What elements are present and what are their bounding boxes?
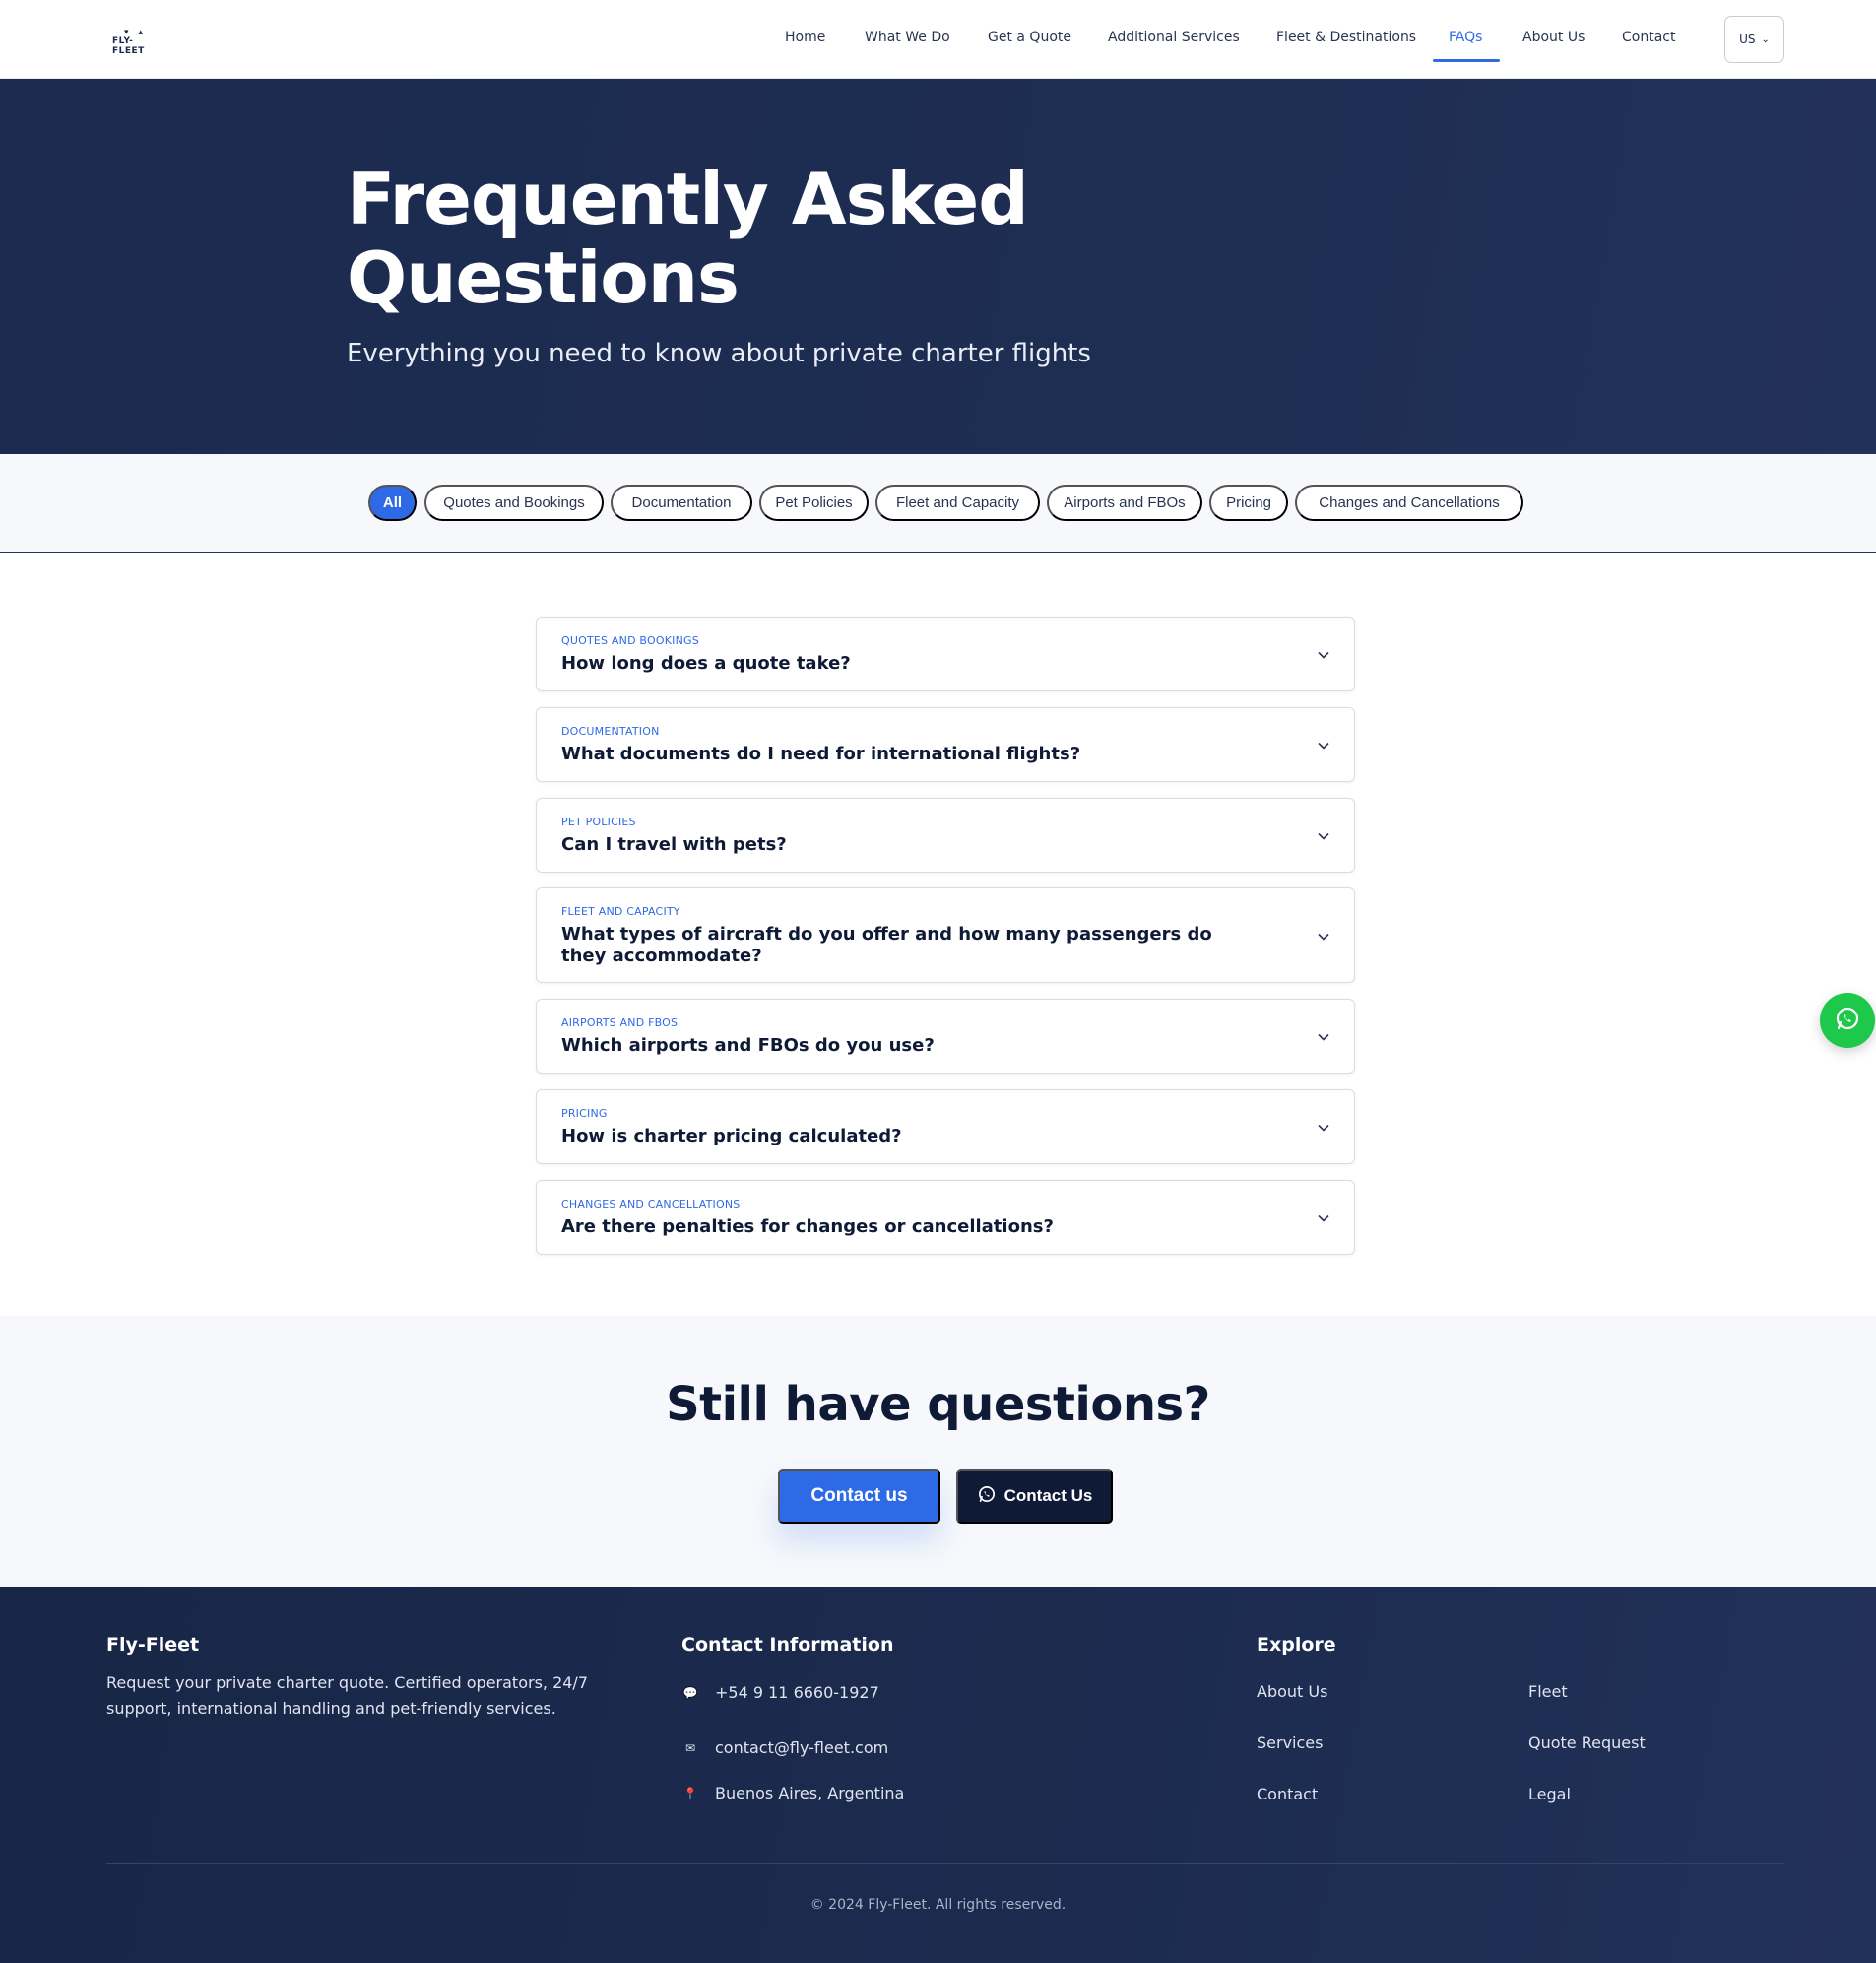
category-filter-bar: All Quotes and Bookings Documentation Pe…: [0, 454, 1876, 553]
whatsapp-icon: [977, 1484, 997, 1509]
faq-question: Are there penalties for changes or cance…: [561, 1216, 1054, 1237]
faq-question: What types of aircraft do you offer and …: [561, 924, 1212, 966]
hero-banner: Frequently Asked Questions Everything yo…: [0, 79, 1876, 454]
nav-link-contact[interactable]: Contact: [1622, 30, 1675, 45]
faq-question: Can I travel with pets?: [561, 834, 787, 855]
page-subtitle: Everything you need to know about privat…: [347, 339, 1091, 368]
footer-description: Request your private charter quote. Cert…: [106, 1673, 588, 1718]
faq-item[interactable]: Pet Policies Can I travel with pets?: [536, 798, 1355, 873]
nav-link-home[interactable]: Home: [785, 30, 825, 45]
whatsapp-floating-button[interactable]: [1820, 993, 1875, 1048]
filter-chip-all[interactable]: All: [368, 485, 417, 521]
faq-question: How is charter pricing calculated?: [561, 1126, 902, 1146]
filter-chip-fleet-capacity[interactable]: Fleet and Capacity: [875, 485, 1040, 521]
faq-category: Fleet and Capacity: [561, 905, 680, 918]
footer-brand-title: Fly-Fleet: [106, 1634, 200, 1656]
whatsapp-icon: [1834, 1005, 1861, 1036]
filter-chip-pet-policies[interactable]: Pet Policies: [759, 485, 869, 521]
faq-question: How long does a quote take?: [561, 653, 851, 674]
filter-chip-pricing[interactable]: Pricing: [1209, 485, 1288, 521]
top-navigation: ▾▴ FLY-FLEET Home What We Do Get a Quote…: [0, 0, 1876, 79]
faq-category: Documentation: [561, 725, 660, 738]
faq-item[interactable]: Quotes and Bookings How long does a quot…: [536, 617, 1355, 691]
envelope-icon: ✉: [684, 1740, 696, 1755]
nav-link-fleet-destinations[interactable]: Fleet & Destinations: [1276, 30, 1416, 45]
chevron-down-icon: [1317, 930, 1330, 944]
faq-question: Which airports and FBOs do you use?: [561, 1035, 935, 1056]
faq-item[interactable]: Airports and FBOs Which airports and FBO…: [536, 999, 1355, 1074]
footer-email[interactable]: ✉ contact@fly-fleet.com: [681, 1738, 888, 1757]
chevron-down-icon: [1317, 739, 1330, 752]
faq-item[interactable]: Documentation What documents do I need f…: [536, 707, 1355, 782]
chevron-down-icon: [1317, 1121, 1330, 1135]
active-nav-indicator: [1433, 59, 1500, 62]
footer-link-legal[interactable]: Legal: [1528, 1785, 1571, 1803]
faq-category: Airports and FBOs: [561, 1016, 679, 1029]
contact-cta-section: Still have questions? Contact us Contact…: [0, 1316, 1876, 1587]
nav-link-about-us[interactable]: About Us: [1522, 30, 1585, 45]
logo-wordmark: FLY-FLEET: [112, 36, 145, 56]
chevron-down-icon: [1317, 1030, 1330, 1044]
faq-category: Pet Policies: [561, 816, 636, 828]
language-selector[interactable]: US ⌄: [1724, 16, 1784, 63]
nav-link-get-a-quote[interactable]: Get a Quote: [988, 30, 1071, 45]
footer-email-address: contact@fly-fleet.com: [715, 1738, 889, 1757]
footer-link-quote-request[interactable]: Quote Request: [1528, 1734, 1646, 1752]
cta-title: Still have questions?: [666, 1377, 1210, 1432]
page-title: Frequently Asked Questions: [347, 158, 1029, 319]
footer-link-services[interactable]: Services: [1257, 1734, 1323, 1752]
filter-chip-quotes-bookings[interactable]: Quotes and Bookings: [424, 485, 604, 521]
faq-category: Quotes and Bookings: [561, 634, 699, 647]
chevron-down-icon: [1317, 1211, 1330, 1225]
faq-category: Changes and Cancellations: [561, 1198, 741, 1211]
faq-question: What documents do I need for internation…: [561, 744, 1081, 764]
footer-phone-number: +54 9 11 6660-1927: [715, 1683, 879, 1702]
chevron-down-icon: [1317, 829, 1330, 843]
map-pin-icon: 📍: [682, 1786, 698, 1800]
filter-chip-airports-fbos[interactable]: Airports and FBOs: [1047, 485, 1202, 521]
faq-item[interactable]: Pricing How is charter pricing calculate…: [536, 1089, 1355, 1164]
nav-link-what-we-do[interactable]: What We Do: [865, 30, 950, 45]
footer-link-contact[interactable]: Contact: [1257, 1785, 1318, 1803]
chevron-down-icon: [1317, 648, 1330, 662]
chat-bubble-icon: 💬: [682, 1685, 698, 1700]
footer-phone[interactable]: 💬 +54 9 11 6660-1927: [681, 1683, 879, 1702]
footer-location-text: Buenos Aires, Argentina: [715, 1784, 905, 1802]
contact-us-button[interactable]: Contact us: [778, 1469, 940, 1524]
whatsapp-contact-label: Contact Us: [1003, 1486, 1093, 1505]
faq-item[interactable]: Fleet and Capacity What types of aircraf…: [536, 887, 1355, 983]
language-code: US: [1739, 33, 1756, 46]
footer-divider: [106, 1863, 1784, 1864]
footer-explore-title: Explore: [1257, 1634, 1336, 1656]
chevron-down-icon: ⌄: [1761, 33, 1770, 45]
footer-location: 📍 Buenos Aires, Argentina: [681, 1784, 905, 1802]
faq-category: Pricing: [561, 1107, 608, 1120]
footer-copyright: © 2024 Fly-Fleet. All rights reserved.: [809, 1897, 1067, 1913]
footer-link-fleet[interactable]: Fleet: [1528, 1682, 1568, 1701]
faq-item[interactable]: Changes and Cancellations Are there pena…: [536, 1180, 1355, 1255]
footer-link-about-us[interactable]: About Us: [1257, 1682, 1327, 1701]
nav-link-additional-services[interactable]: Additional Services: [1108, 30, 1240, 45]
logo[interactable]: ▾▴ FLY-FLEET: [112, 28, 163, 56]
footer-contact-title: Contact Information: [681, 1634, 894, 1656]
filter-chip-documentation[interactable]: Documentation: [611, 485, 752, 521]
whatsapp-contact-button[interactable]: Contact Us: [956, 1469, 1113, 1524]
filter-chip-changes-cancellations[interactable]: Changes and Cancellations: [1295, 485, 1523, 521]
site-footer: Fly-Fleet Request your private charter q…: [0, 1587, 1876, 1963]
nav-link-faqs[interactable]: FAQs: [1449, 30, 1482, 45]
